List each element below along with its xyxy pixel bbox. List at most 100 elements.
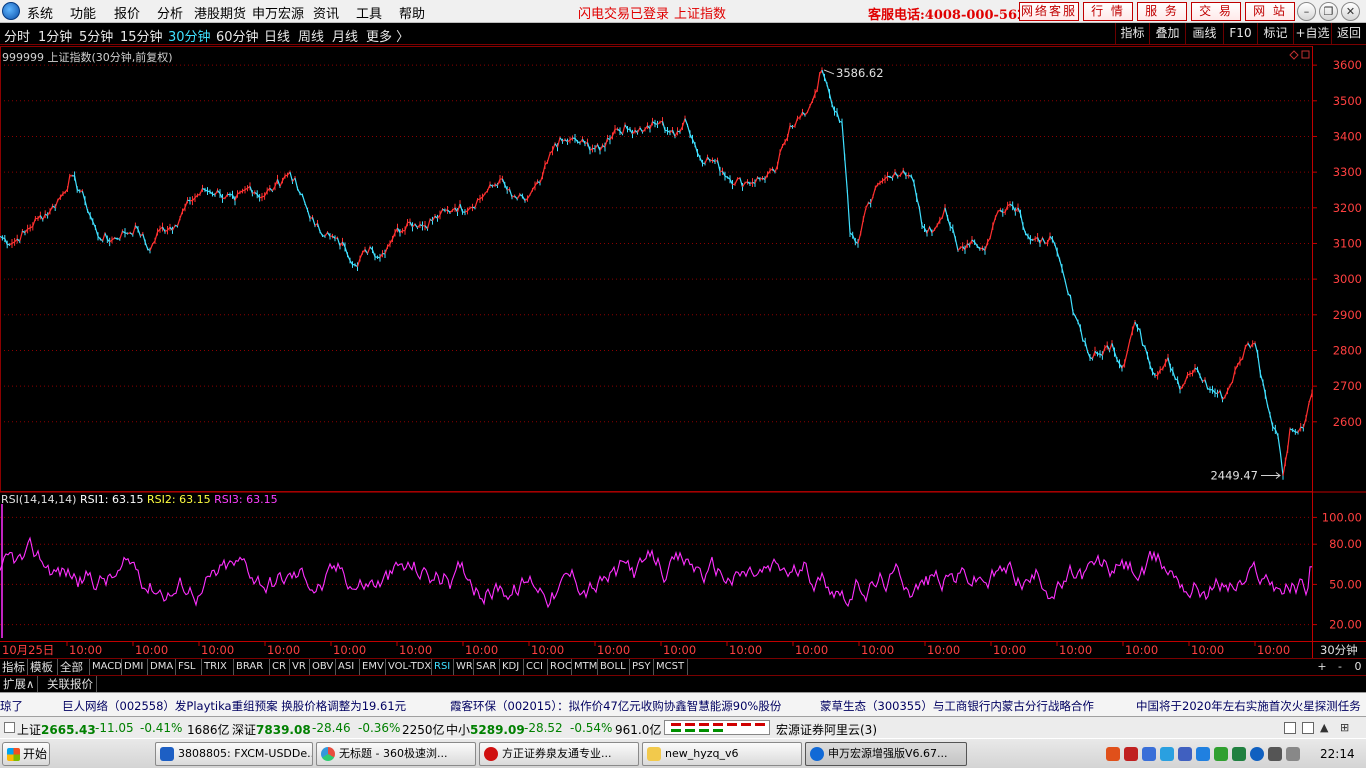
menu-info[interactable]: 资讯 <box>313 3 339 22</box>
panel-icon[interactable] <box>1302 722 1314 734</box>
zx-index-quote[interactable]: 中小5289.09 <box>446 721 525 738</box>
period-1min[interactable]: 1分钟 <box>38 26 72 45</box>
indicator-tab-vol-tdx[interactable]: VOL-TDX <box>386 659 432 675</box>
price-chart[interactable]: 3600 3500 3400 3300 3200 3100 3000 2900 2800 2700… <box>0 46 1366 658</box>
period-more[interactable]: 更多 〉 <box>366 26 409 45</box>
app-logo-icon[interactable] <box>2 2 20 20</box>
news-item[interactable]: 琼了 <box>0 698 23 714</box>
menu-function[interactable]: 功能 <box>70 3 96 22</box>
indicator-tab-sar[interactable]: SAR <box>474 659 500 675</box>
volume-icon[interactable] <box>1286 747 1300 761</box>
tray-icon[interactable] <box>1160 747 1174 761</box>
indicator-tab-vr[interactable]: VR <box>290 659 310 675</box>
indicator-tab-psy[interactable]: PSY <box>630 659 654 675</box>
tray-icon[interactable] <box>1232 747 1246 761</box>
indicator-tab-brar[interactable]: BRAR <box>234 659 270 675</box>
menu-help[interactable]: 帮助 <box>399 3 425 22</box>
settings-icon[interactable]: ⊞ <box>1340 721 1349 734</box>
news-item[interactable]: 霞客环保（002015）：拟作价47亿元收购协鑫智慧能源90%股份 <box>450 698 781 714</box>
menu-hk-futures[interactable]: 港股期货 <box>194 3 246 22</box>
zoom-out-icon[interactable]: - <box>1332 659 1348 675</box>
task-folder[interactable]: new_hyzq_v6 <box>642 742 802 766</box>
minimize-icon[interactable]: – <box>1297 2 1316 21</box>
start-button[interactable]: 开始 <box>2 742 50 766</box>
indicator-tab-emv[interactable]: EMV <box>360 659 386 675</box>
period-weekly[interactable]: 周线 <box>298 26 324 45</box>
broker-server[interactable]: 宏源证券阿里云(3) <box>776 721 877 738</box>
period-timeshare[interactable]: 分时 <box>4 26 30 45</box>
tray-icon[interactable] <box>1178 747 1192 761</box>
news-item[interactable]: 蒙草生态（300355）与工商银行内蒙古分行战略合作 <box>820 698 1094 714</box>
sz-index-quote[interactable]: 深证7839.08 <box>232 721 311 738</box>
period-60min[interactable]: 60分钟 <box>216 26 259 45</box>
indicator-tab-指标[interactable]: 指标 <box>0 659 28 675</box>
indicator-tab-cci[interactable]: CCI <box>524 659 548 675</box>
service-button[interactable]: 服 务 <box>1137 2 1187 21</box>
indicator-tab-macd[interactable]: MACD <box>90 659 122 675</box>
window-mode-icon[interactable] <box>1284 722 1296 734</box>
status-toggle-icon[interactable] <box>4 722 15 733</box>
menu-analysis[interactable]: 分析 <box>157 3 183 22</box>
task-swhy[interactable]: 申万宏源增强版V6.67... <box>805 742 967 766</box>
sogou-icon[interactable] <box>1106 747 1120 761</box>
indicator-tab-dmi[interactable]: DMI <box>122 659 148 675</box>
task-browser[interactable]: 无标题 - 360极速浏... <box>316 742 476 766</box>
tray-icon[interactable] <box>1196 747 1210 761</box>
indicator-tab-trix[interactable]: TRIX <box>202 659 234 675</box>
indicator-tab-rsi[interactable]: RSI <box>432 659 454 675</box>
tray-icon[interactable] <box>1142 747 1156 761</box>
menu-swhy[interactable]: 申万宏源 <box>252 3 304 22</box>
close-icon[interactable]: ✕ <box>1341 2 1360 21</box>
task-fxcm[interactable]: 3808805: FXCM-USDDe... <box>155 742 313 766</box>
market-button[interactable]: 行 情 <box>1083 2 1133 21</box>
draw-tool-button[interactable]: 画线 <box>1185 23 1223 44</box>
restore-icon[interactable]: ❐ <box>1319 2 1338 21</box>
mark-button[interactable]: 标记 <box>1257 23 1293 44</box>
indicator-tab-dma[interactable]: DMA <box>148 659 176 675</box>
indicator-tab-asi[interactable]: ASI <box>336 659 360 675</box>
zoom-in-icon[interactable]: + <box>1314 659 1330 675</box>
website-button[interactable]: 网 站 <box>1245 2 1295 21</box>
related-quote-tab[interactable]: 关联报价 <box>44 676 97 692</box>
reset-icon[interactable]: 0 <box>1350 659 1366 675</box>
f10-button[interactable]: F10 <box>1223 23 1257 44</box>
period-15min[interactable]: 15分钟 <box>120 26 163 45</box>
menu-tools[interactable]: 工具 <box>356 3 382 22</box>
indicator-tab-cr[interactable]: CR <box>270 659 290 675</box>
app-tray-icon[interactable] <box>1124 747 1138 761</box>
indicator-tab-mcst[interactable]: MCST <box>654 659 688 675</box>
trade-button[interactable]: 交 易 <box>1191 2 1241 21</box>
flash-trade-status[interactable]: 闪电交易已登录 <box>578 3 669 22</box>
bluetooth-icon[interactable] <box>1250 747 1264 761</box>
news-item[interactable]: 中国将于2020年左右实施首次火星探测任务 <box>1136 698 1361 714</box>
sh-index-quote[interactable]: 上证2665.43 <box>17 721 96 738</box>
indicator-tool-button[interactable]: 指标 <box>1115 23 1149 44</box>
period-5min[interactable]: 5分钟 <box>79 26 113 45</box>
tray-icon[interactable] <box>1214 747 1228 761</box>
indicator-tab-wr[interactable]: WR <box>454 659 474 675</box>
online-service-button[interactable]: 网络客服 <box>1019 2 1079 21</box>
chart-area[interactable]: 3600 3500 3400 3300 3200 3100 3000 2900 2800 2700… <box>0 46 1366 658</box>
indicator-tab-kdj[interactable]: KDJ <box>500 659 524 675</box>
expand-tab[interactable]: 扩展∧ <box>0 676 39 692</box>
period-monthly[interactable]: 月线 <box>332 26 358 45</box>
indicator-tab-roc[interactable]: ROC <box>548 659 572 675</box>
add-watchlist-button[interactable]: +自选 <box>1293 23 1331 44</box>
overlay-tool-button[interactable]: 叠加 <box>1149 23 1185 44</box>
back-button[interactable]: 返回 <box>1331 23 1366 44</box>
up-icon[interactable]: ▲ <box>1320 721 1328 734</box>
menu-quote[interactable]: 报价 <box>114 3 140 22</box>
indicator-tab-fsl[interactable]: FSL <box>176 659 202 675</box>
market-breadth-icon[interactable] <box>664 720 770 735</box>
task-founder[interactable]: 方正证券泉友通专业... <box>479 742 639 766</box>
news-item[interactable]: 巨人网络（002558）发Playtika重组预案 换股价格调整为19.61元 <box>62 698 406 714</box>
period-30min[interactable]: 30分钟 <box>168 26 211 45</box>
period-daily[interactable]: 日线 <box>264 26 290 45</box>
network-icon[interactable] <box>1268 747 1282 761</box>
indicator-tab-全部[interactable]: 全部 <box>58 659 90 675</box>
indicator-tab-boll[interactable]: BOLL <box>598 659 630 675</box>
indicator-tab-obv[interactable]: OBV <box>310 659 336 675</box>
indicator-tab-模板[interactable]: 模板 <box>28 659 58 675</box>
menu-system[interactable]: 系统 <box>27 3 53 22</box>
indicator-tab-mtm[interactable]: MTM <box>572 659 598 675</box>
